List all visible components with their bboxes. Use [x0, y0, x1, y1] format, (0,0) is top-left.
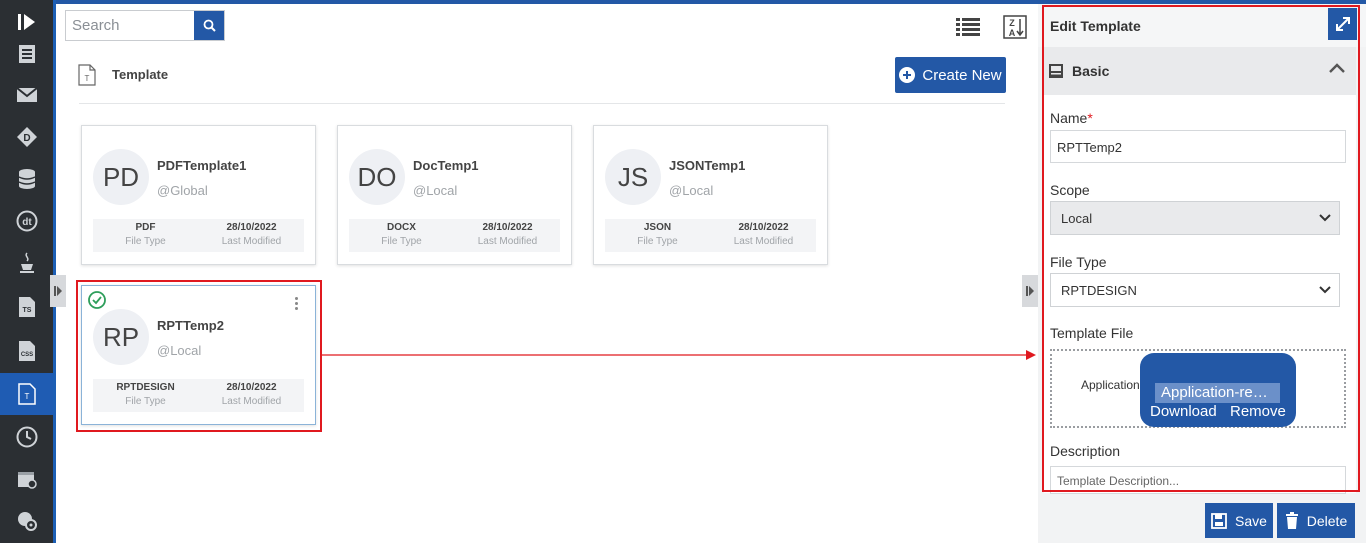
right-collapse-handle[interactable] — [1022, 275, 1038, 307]
card-name: PDFTemplate1 — [157, 158, 247, 173]
list-view-icon[interactable] — [955, 14, 981, 40]
save-icon — [1211, 512, 1227, 529]
svg-text:TS: TS — [22, 307, 31, 314]
highlight-box-card — [76, 280, 322, 432]
sidebar-edge — [53, 0, 56, 543]
collapse-icon — [54, 286, 62, 296]
card-scope: @Local — [413, 183, 458, 198]
modified-value: 28/10/2022 — [482, 222, 533, 233]
search-button[interactable] — [194, 11, 224, 40]
template-card[interactable]: JS JSONTemp1 @Local JSON File Type 28/10/… — [593, 125, 828, 265]
card-name: JSONTemp1 — [669, 158, 746, 173]
gear-globe-icon[interactable] — [0, 500, 53, 542]
modified-label: Last Modified — [477, 236, 538, 247]
file-type-value: JSON — [643, 222, 672, 233]
svg-text:Z: Z — [1009, 18, 1015, 28]
app-sidebar: D dt TS CSS T — [0, 0, 53, 543]
dt-icon[interactable]: dt — [0, 200, 53, 242]
file-type-value: PDF — [135, 222, 156, 233]
modified-value: 28/10/2022 — [226, 222, 277, 233]
file-type-label: File Type — [125, 236, 166, 247]
avatar: PD — [93, 149, 149, 205]
header-divider — [79, 103, 1005, 104]
annotation-arrow — [322, 350, 1036, 360]
card-meta: DOCX File Type 28/10/2022 Last Modified — [349, 219, 560, 252]
trash-icon — [1285, 512, 1298, 529]
svg-text:T: T — [24, 392, 29, 401]
diamond-d-icon[interactable]: D — [0, 116, 53, 158]
avatar: DO — [349, 149, 405, 205]
sort-za-icon[interactable]: ZA — [1002, 14, 1028, 40]
template-card[interactable]: DO DocTemp1 @Local DOCX File Type 28/10/2… — [337, 125, 572, 265]
file-type-value: DOCX — [387, 222, 416, 233]
css-file-icon[interactable]: CSS — [0, 330, 53, 372]
card-meta: JSON File Type 28/10/2022 Last Modified — [605, 219, 816, 252]
plus-circle-icon — [899, 67, 916, 83]
database-icon[interactable] — [0, 158, 53, 200]
create-new-button[interactable]: Create New — [895, 57, 1006, 93]
save-label: Save — [1235, 512, 1267, 529]
svg-text:dt: dt — [22, 217, 32, 228]
template-icon[interactable]: T — [0, 373, 53, 415]
modified-value: 28/10/2022 — [738, 222, 789, 233]
list-document-icon[interactable] — [0, 34, 53, 74]
modified-label: Last Modified — [733, 236, 794, 247]
card-meta: PDF File Type 28/10/2022 Last Modified — [93, 219, 304, 252]
delete-button[interactable]: Delete — [1277, 503, 1355, 538]
file-type-label: File Type — [381, 236, 422, 247]
mail-icon[interactable] — [0, 74, 53, 116]
collapse-icon — [1026, 286, 1034, 296]
svg-text:D: D — [23, 133, 30, 144]
left-collapse-handle[interactable] — [50, 275, 66, 307]
svg-text:CSS: CSS — [20, 352, 32, 358]
create-new-label: Create New — [922, 66, 1002, 84]
svg-text:A: A — [1009, 28, 1016, 38]
template-card[interactable]: PD PDFTemplate1 @Global PDF File Type 28/… — [81, 125, 316, 265]
ts-file-icon[interactable]: TS — [0, 286, 53, 328]
file-type-label: File Type — [637, 236, 678, 247]
avatar: JS — [605, 149, 661, 205]
card-name: DocTemp1 — [413, 158, 479, 173]
save-button[interactable]: Save — [1205, 503, 1273, 538]
card-scope: @Local — [669, 183, 714, 198]
modified-label: Last Modified — [221, 236, 282, 247]
calendar-settings-icon[interactable] — [0, 458, 53, 500]
java-icon[interactable] — [0, 242, 53, 284]
highlight-box-panel — [1042, 5, 1360, 492]
search-box — [65, 10, 225, 41]
card-scope: @Global — [157, 183, 208, 198]
svg-text:T: T — [85, 74, 90, 83]
search-input[interactable] — [66, 11, 194, 40]
clock-icon[interactable] — [0, 416, 53, 458]
delete-label: Delete — [1306, 512, 1348, 529]
page-title: Template — [112, 67, 169, 82]
template-file-icon: T — [78, 64, 96, 91]
search-icon — [203, 19, 216, 32]
